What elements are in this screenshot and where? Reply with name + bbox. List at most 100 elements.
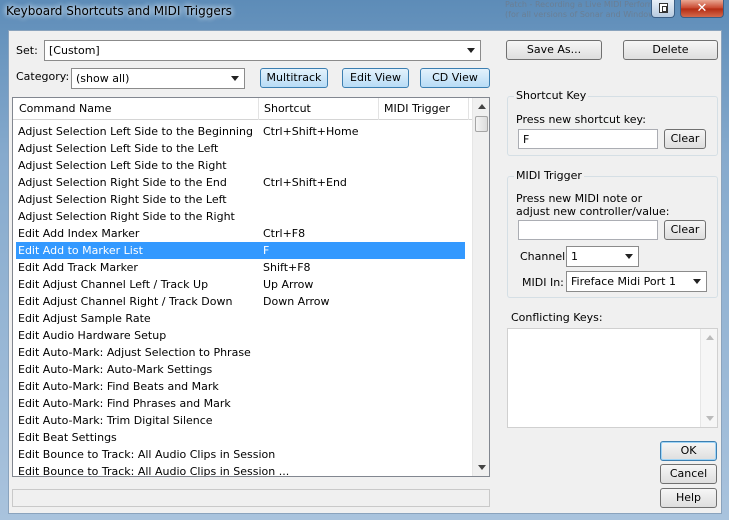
midi-in-value: Fireface Midi Port 1 <box>571 275 676 288</box>
scroll-down-icon[interactable] <box>478 465 486 470</box>
command-name-cell: Edit Add to Marker List <box>18 244 143 257</box>
save-as-button[interactable]: Save As... <box>506 40 602 60</box>
ok-button[interactable]: OK <box>660 441 717 461</box>
table-row[interactable]: Adjust Selection Left Side to the Left <box>16 140 465 157</box>
table-row[interactable]: Edit Auto-Mark: Find Beats and Mark <box>16 378 465 395</box>
channel-dropdown[interactable]: 1 <box>566 246 639 267</box>
table-row[interactable]: Edit Audio Hardware Setup <box>16 327 465 344</box>
shortcut-cell: Down Arrow <box>263 295 330 308</box>
command-name-cell: Edit Auto-Mark: Trim Digital Silence <box>18 414 213 427</box>
shortcut-key-title: Shortcut Key <box>514 89 589 102</box>
table-row[interactable]: Edit Add Track Marker Shift+F8 <box>16 259 465 276</box>
midi-trigger-input[interactable] <box>518 220 658 240</box>
list-scrollbar[interactable] <box>472 98 489 476</box>
table-row[interactable]: Adjust Selection Right Side to the End Ct… <box>16 174 465 191</box>
command-name-cell: Adjust Selection Right Side to the Left <box>18 193 227 206</box>
table-row[interactable]: Edit Auto-Mark: Auto-Mark Settings <box>16 361 465 378</box>
command-name-cell: Edit Auto-Mark: Find Beats and Mark <box>18 380 219 393</box>
command-name-cell: Adjust Selection Right Side to the End <box>18 176 227 189</box>
dialog-client-area: Set: [Custom] Category: (show all) Multi… <box>8 30 722 514</box>
context-help-button[interactable] <box>651 0 675 18</box>
chevron-down-icon <box>625 254 633 259</box>
midi-in-dropdown[interactable]: Fireface Midi Port 1 <box>566 271 707 292</box>
channel-value: 1 <box>571 250 578 263</box>
midi-prompt-line1: Press new MIDI note or <box>516 192 643 205</box>
shortcut-cell: Ctrl+Shift+Home <box>263 125 359 138</box>
column-header-command-name[interactable]: Command Name <box>19 102 112 115</box>
list-header: Command Name Shortcut MIDI Trigger <box>13 98 473 120</box>
column-divider[interactable] <box>258 98 259 120</box>
command-name-cell: Adjust Selection Left Side to the Left <box>18 142 219 155</box>
category-value: (show all) <box>76 72 130 85</box>
shortcut-clear-button[interactable]: Clear <box>664 129 706 149</box>
shortcut-cell: Ctrl+Shift+End <box>263 176 347 189</box>
cancel-button[interactable]: Cancel <box>660 464 717 484</box>
table-row[interactable]: Edit Add to Marker List F <box>16 242 465 259</box>
table-row[interactable]: Adjust Selection Right Side to the Right <box>16 208 465 225</box>
status-bar <box>12 489 490 507</box>
shortcut-key-input[interactable]: F <box>518 129 658 149</box>
table-row[interactable]: Edit Auto-Mark: Adjust Selection to Phra… <box>16 344 465 361</box>
scroll-up-icon[interactable] <box>706 335 714 340</box>
table-row[interactable]: Adjust Selection Right Side to the Left <box>16 191 465 208</box>
command-name-cell: Edit Auto-Mark: Find Phrases and Mark <box>18 397 231 410</box>
set-dropdown[interactable]: [Custom] <box>44 40 481 61</box>
shortcut-cell: F <box>263 244 270 257</box>
midi-trigger-group: MIDI Trigger Press new MIDI note or adju… <box>507 169 718 298</box>
command-name-cell: Adjust Selection Left Side to the Right <box>18 159 227 172</box>
title-bar: Patch - Recording a Live MIDI Performanc… <box>0 0 729 28</box>
delete-button[interactable]: Delete <box>623 40 718 60</box>
shortcut-cell: Up Arrow <box>263 278 314 291</box>
midi-clear-button[interactable]: Clear <box>664 220 706 240</box>
command-list[interactable]: Command Name Shortcut MIDI Trigger Adjus… <box>12 97 490 477</box>
table-row[interactable]: Adjust Selection Left Side to the Beginn… <box>16 123 465 140</box>
table-row[interactable]: Edit Adjust Sample Rate <box>16 310 465 327</box>
command-name-cell: Edit Auto-Mark: Adjust Selection to Phra… <box>18 346 251 359</box>
category-label: Category: <box>16 70 70 83</box>
table-row[interactable]: Edit Adjust Channel Right / Track Down Do… <box>16 293 465 310</box>
midi-prompt-line2: adjust new controller/value: <box>516 205 670 218</box>
command-name-cell: Edit Audio Hardware Setup <box>18 329 167 342</box>
chevron-down-icon <box>693 279 701 284</box>
command-name-cell: Edit Bounce to Track: All Audio Clips in… <box>18 465 290 477</box>
multitrack-button[interactable]: Multitrack <box>260 68 328 88</box>
table-row[interactable]: Edit Beat Settings <box>16 429 465 446</box>
table-row[interactable]: Edit Bounce to Track: All Audio Clips in… <box>16 463 465 477</box>
close-icon: ✕ <box>696 1 708 16</box>
table-row[interactable]: Adjust Selection Left Side to the Right <box>16 157 465 174</box>
column-divider[interactable] <box>468 98 469 120</box>
shortcut-key-group: Shortcut Key Press new shortcut key: F C… <box>507 89 718 156</box>
command-name-cell: Edit Beat Settings <box>18 431 117 444</box>
table-row[interactable]: Edit Auto-Mark: Find Phrases and Mark <box>16 395 465 412</box>
conflicting-scrollbar[interactable] <box>700 329 717 427</box>
conflicting-keys-list[interactable] <box>507 328 718 428</box>
close-button[interactable]: ✕ <box>680 0 724 18</box>
command-name-cell: Edit Adjust Sample Rate <box>18 312 151 325</box>
help-button[interactable]: Help <box>660 488 717 508</box>
command-name-cell: Adjust Selection Right Side to the Right <box>18 210 235 223</box>
command-name-cell: Edit Adjust Channel Right / Track Down <box>18 295 233 308</box>
shortcut-cell: Ctrl+F8 <box>263 227 306 240</box>
edit-view-button[interactable]: Edit View <box>342 68 409 88</box>
column-header-midi-trigger[interactable]: MIDI Trigger <box>384 102 450 115</box>
command-name-cell: Edit Add Index Marker <box>18 227 140 240</box>
column-divider[interactable] <box>378 98 379 120</box>
command-name-cell: Edit Auto-Mark: Auto-Mark Settings <box>18 363 213 376</box>
column-header-shortcut[interactable]: Shortcut <box>264 102 311 115</box>
scrollbar-thumb[interactable] <box>475 116 488 132</box>
chevron-down-icon <box>467 48 475 53</box>
table-row[interactable]: Edit Bounce to Track: All Audio Clips in… <box>16 446 465 463</box>
shortcut-key-prompt: Press new shortcut key: <box>516 113 646 126</box>
background-window-text: Patch - Recording a Live MIDI Performanc… <box>505 0 675 19</box>
set-label: Set: <box>16 44 38 57</box>
table-row[interactable]: Edit Add Index Marker Ctrl+F8 <box>16 225 465 242</box>
midi-in-label: MIDI In: <box>522 276 564 289</box>
table-row[interactable]: Edit Adjust Channel Left / Track Up Up Ar… <box>16 276 465 293</box>
cd-view-button[interactable]: CD View <box>420 68 490 88</box>
scroll-down-icon[interactable] <box>706 416 714 421</box>
set-value: [Custom] <box>49 44 100 57</box>
category-dropdown[interactable]: (show all) <box>71 68 245 89</box>
scroll-up-icon[interactable] <box>478 104 486 109</box>
table-row[interactable]: Edit Auto-Mark: Trim Digital Silence <box>16 412 465 429</box>
conflicting-keys-label: Conflicting Keys: <box>511 311 603 324</box>
